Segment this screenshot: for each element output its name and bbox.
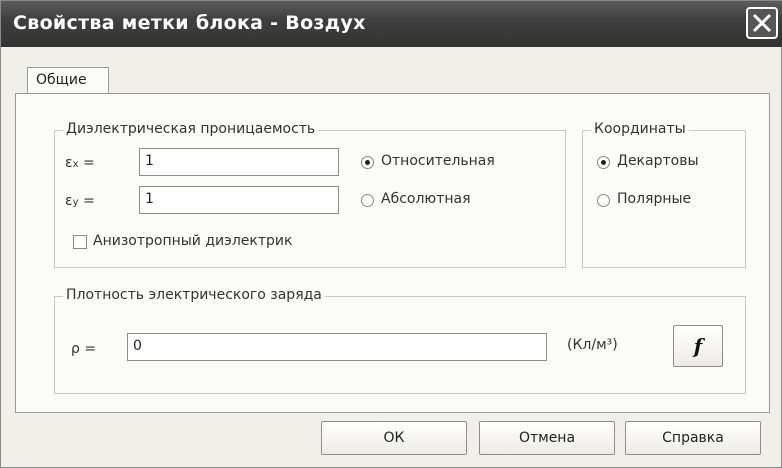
radio-selected-dot: [601, 160, 606, 165]
rho-label: ρ =: [71, 341, 97, 357]
ey-input[interactable]: 1: [139, 186, 339, 214]
ey-label: εy =: [65, 193, 95, 209]
cancel-button[interactable]: Отмена: [479, 421, 615, 455]
tab-general-label: Общие: [36, 72, 87, 88]
window-title: Свойства метки блока - Воздух: [13, 12, 366, 34]
ex-input[interactable]: 1: [139, 148, 339, 176]
absolute-label: Абсолютная: [381, 191, 471, 207]
close-icon: [752, 13, 772, 33]
charge-group: Плотность электрического заряда ρ = 0 (К…: [54, 287, 746, 394]
coordinates-group: Координаты Декартовы Полярные: [582, 121, 746, 268]
relative-label: Относительная: [381, 153, 495, 169]
dielectric-group: Диэлектрическая проницаемость εx = 1 εy …: [54, 121, 566, 268]
charge-density-input[interactable]: 0: [127, 333, 547, 361]
polar-label: Полярные: [617, 191, 692, 207]
charge-legend: Плотность электрического заряда: [63, 287, 325, 303]
tab-general[interactable]: Общие: [27, 67, 109, 94]
close-button[interactable]: [746, 7, 778, 39]
radio-selected-dot: [365, 160, 370, 165]
charge-unit-label: (Кл/м³): [567, 337, 618, 353]
tab-panel-general: Диэлектрическая проницаемость εx = 1 εy …: [15, 93, 770, 413]
cartesian-radio[interactable]: [597, 156, 610, 169]
absolute-radio[interactable]: [361, 194, 374, 207]
title-bar[interactable]: Свойства метки блока - Воздух: [1, 1, 782, 47]
coordinates-legend: Координаты: [591, 121, 689, 137]
help-button[interactable]: Справка: [625, 421, 761, 455]
ok-button[interactable]: ОК: [321, 421, 467, 455]
ex-label: εx =: [65, 155, 95, 171]
cartesian-label: Декартовы: [617, 153, 699, 169]
relative-radio[interactable]: [361, 156, 374, 169]
polar-radio[interactable]: [597, 194, 610, 207]
dielectric-legend: Диэлектрическая проницаемость: [63, 121, 319, 137]
anisotropic-label: Анизотропный диэлектрик: [93, 233, 293, 249]
function-button[interactable]: f: [673, 325, 723, 367]
properties-dialog: Свойства метки блока - Воздух Общие Диэл…: [0, 0, 782, 468]
anisotropic-checkbox[interactable]: [73, 235, 87, 249]
